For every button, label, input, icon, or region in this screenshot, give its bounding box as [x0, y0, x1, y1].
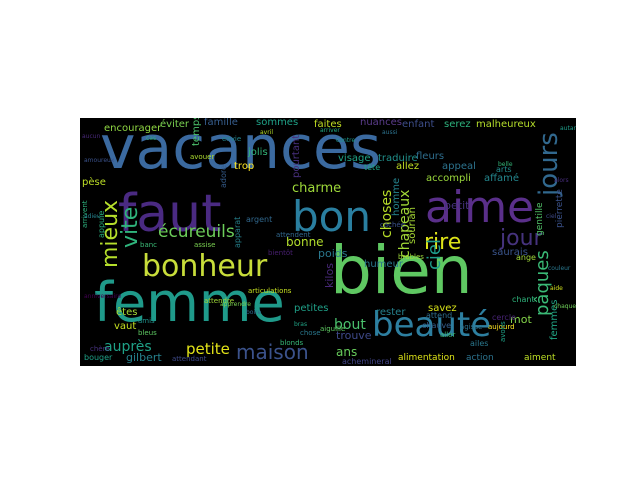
cloud-word: charme [292, 181, 342, 196]
cloud-word: pierrette [555, 189, 565, 228]
cloud-word: kilos [323, 263, 336, 288]
cloud-word: ciel [546, 213, 557, 220]
cloud-word: rester [376, 307, 406, 318]
cloud-word: fleurs [416, 151, 445, 162]
cloud-word: vaut [114, 321, 137, 332]
cloud-word: jolis [248, 147, 268, 158]
cloud-word: avouer [190, 153, 215, 161]
cloud-word: amoureux [84, 157, 115, 164]
cloud-word: blonds [280, 339, 304, 347]
cloud-word: couleur [548, 265, 571, 272]
cloud-word: bientôt [268, 249, 293, 257]
cloud-word: boire [246, 309, 262, 316]
cloud-word: attend [426, 311, 453, 320]
cloud-word: allez [396, 161, 420, 172]
cloud-word: chauve [422, 321, 452, 330]
cloud-word: éviter [160, 119, 190, 130]
cloud-word: aiguille [320, 325, 346, 333]
cloud-word: arriver [320, 127, 340, 134]
cloud-word: alimentation [398, 353, 455, 363]
cloud-word: aime [425, 182, 535, 233]
cloud-word: chose [300, 329, 321, 337]
cloud-word: aucun [82, 133, 101, 140]
cloud-word: bleus [138, 329, 157, 337]
cloud-word: jours [534, 132, 564, 196]
cloud-word: écureuils [158, 222, 235, 242]
cloud-word: bonheur [142, 249, 268, 284]
cloud-word: tête [364, 163, 381, 172]
cloud-word: ailes [470, 339, 489, 348]
cloud-word: appeal [442, 161, 476, 172]
cloud-word: temps [191, 118, 202, 146]
cloud-word: assise [194, 241, 216, 249]
word-cloud: vacances faut bon aime bien femme bonheu… [80, 118, 576, 366]
cloud-word: gilbert [126, 351, 162, 364]
cloud-word: attendant [172, 355, 207, 363]
cloud-word: alors [554, 177, 569, 184]
cloud-word: banc [140, 241, 158, 249]
cloud-word: poids [318, 247, 348, 260]
cloud-word: chère [90, 345, 110, 353]
cloud-word: cas [146, 135, 157, 142]
cloud-word: vite [118, 206, 143, 248]
cloud-word: affamé [484, 173, 520, 184]
cloud-word: nuances [360, 118, 403, 128]
cloud-word: ange [516, 253, 536, 262]
cloud-word: trop [234, 161, 255, 172]
cloud-word: argent [246, 215, 273, 224]
cloud-word: bras [294, 321, 308, 328]
cloud-word: sommes [256, 118, 299, 128]
cloud-word: accompli [426, 173, 471, 184]
cloud-word: aiment [524, 353, 556, 363]
cloud-word: êtes [116, 307, 138, 318]
cloud-word: agisse [460, 323, 483, 331]
cloud-word: achemineral [342, 357, 392, 366]
cloud-word: apprendre [220, 301, 251, 308]
cloud-word: enfant [402, 119, 435, 130]
cloud-word: avril [260, 129, 274, 136]
cloud-word: adieu [84, 213, 101, 220]
cloud-word: sourian [407, 206, 418, 244]
cloud-word: gentille [535, 202, 545, 236]
cloud-word: brables [398, 253, 424, 261]
cloud-word: avons [499, 321, 507, 342]
cloud-word: serez [444, 119, 471, 130]
cloud-word: adore [219, 165, 228, 188]
cloud-word: chaque [554, 303, 576, 310]
cloud-word: aussi [382, 129, 398, 136]
cloud-word: amis [138, 317, 155, 325]
cloud-word: contre [336, 137, 356, 144]
cloud-word: homme [391, 177, 402, 216]
cloud-word: cachée [380, 221, 406, 229]
cloud-word: autant [560, 125, 576, 132]
cloud-word: aide [550, 285, 563, 292]
cloud-word: chant [512, 295, 535, 304]
cloud-word: apparat [233, 216, 242, 248]
cloud-word: malheureux [476, 119, 536, 130]
cloud-word: action [466, 353, 494, 363]
cloud-word: aller [440, 331, 456, 339]
cloud-word: pourtant [291, 134, 302, 178]
cloud-word: attendent [276, 231, 311, 239]
cloud-word: articulations [248, 287, 292, 295]
cloud-word: pèse [82, 177, 106, 188]
cloud-word: belle [498, 161, 513, 168]
cloud-word: encourager [104, 123, 162, 134]
cloud-word: bouger [84, 353, 113, 362]
cloud-word: anniversaire [84, 293, 122, 300]
cloud-word: famille [204, 118, 238, 128]
cloud-word: petites [294, 303, 329, 314]
cloud-word: petit [444, 199, 470, 212]
cloud-word: envie [222, 135, 242, 143]
cloud-word: ciel [424, 239, 445, 270]
cloud-word: humeur [364, 259, 404, 270]
